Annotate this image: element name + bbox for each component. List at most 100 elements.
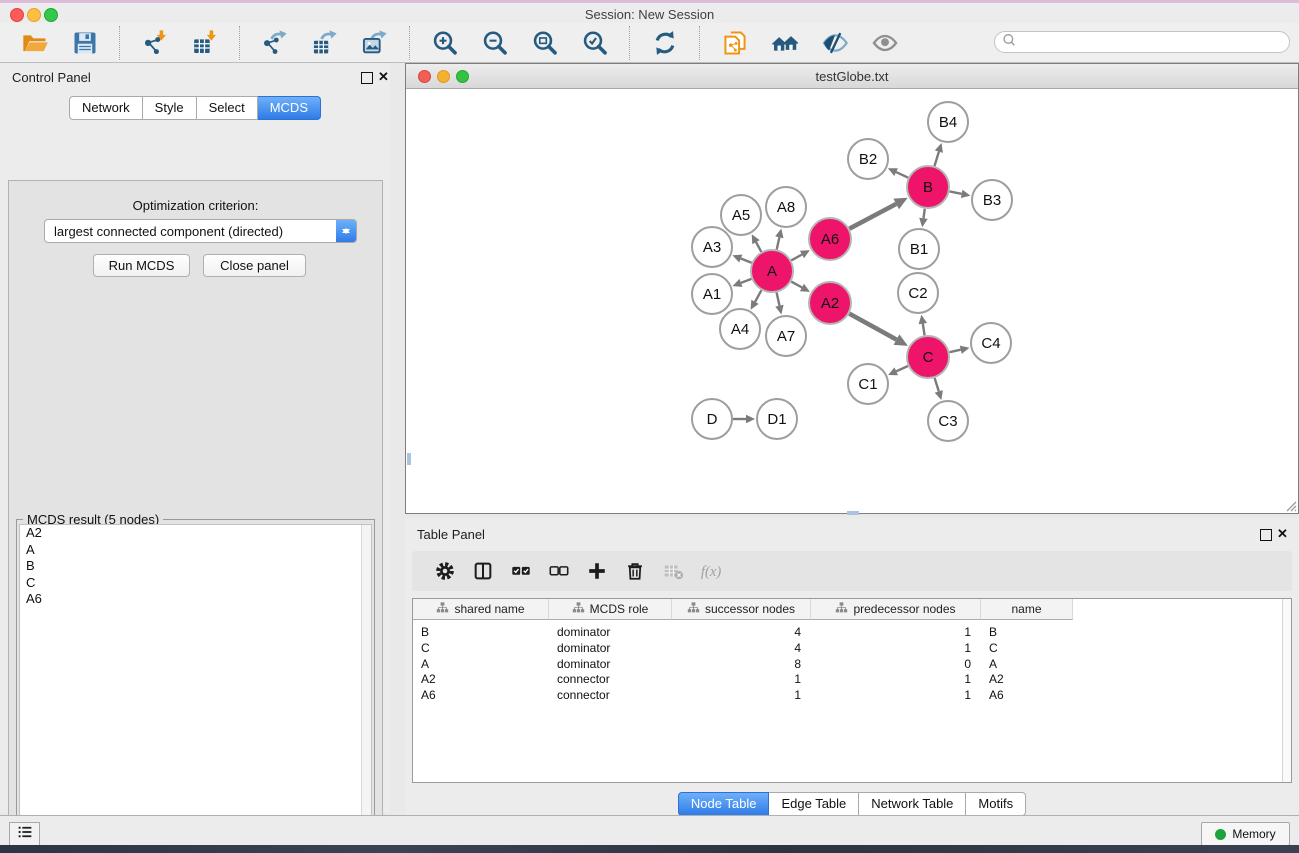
table-cell[interactable]: dominator [557, 640, 670, 656]
table-cell[interactable]: 1 [811, 640, 971, 656]
select-all-button[interactable] [510, 560, 532, 582]
result-list-scrollbar[interactable] [361, 525, 371, 853]
task-history-button[interactable] [9, 822, 40, 846]
zoom-in-button[interactable] [427, 27, 463, 59]
table-cell[interactable]: A6 [421, 687, 547, 703]
table-cell[interactable]: dominator [557, 624, 670, 640]
table-cell[interactable]: 8 [672, 656, 801, 672]
export-image-button[interactable] [357, 27, 393, 59]
edge-A-A8[interactable] [777, 237, 780, 249]
table-cell[interactable]: 4 [672, 640, 801, 656]
memory-button[interactable]: Memory [1201, 822, 1290, 846]
node-A6[interactable]: A6 [809, 218, 851, 260]
table-cell[interactable]: A2 [421, 671, 547, 687]
result-item[interactable]: C [20, 575, 371, 592]
network-window-titlebar[interactable]: testGlobe.txt [406, 64, 1298, 89]
criterion-dropdown[interactable]: largest connected component (directed) [44, 219, 357, 243]
edge-B-B3[interactable] [950, 191, 962, 193]
table-cell[interactable]: connector [557, 687, 670, 703]
node-A2[interactable]: A2 [809, 282, 851, 324]
edge-C-C2[interactable] [923, 324, 925, 336]
run-mcds-button[interactable]: Run MCDS [93, 254, 190, 277]
edge-B-B2[interactable] [896, 172, 908, 178]
window-resize-grip[interactable] [1283, 498, 1297, 512]
node-B3[interactable]: B3 [972, 180, 1012, 220]
add-button[interactable] [586, 560, 608, 582]
result-item[interactable]: A [20, 542, 371, 559]
node-B1[interactable]: B1 [899, 229, 939, 269]
table-cell[interactable]: 4 [672, 624, 801, 640]
zoom-selected-button[interactable] [577, 27, 613, 59]
table-close-icon[interactable]: ✕ [1277, 526, 1288, 542]
trash-button[interactable] [624, 560, 646, 582]
close-panel-button[interactable]: Close panel [203, 254, 306, 277]
delete-table-button[interactable] [662, 560, 684, 582]
table-cell[interactable]: B [421, 624, 547, 640]
node-table[interactable]: shared nameMCDS rolesuccessor nodesprede… [412, 598, 1292, 783]
edge-B-B4[interactable] [935, 152, 939, 166]
search-input[interactable] [1017, 33, 1289, 51]
table-cell[interactable]: A [989, 656, 1071, 672]
toggle-graphics-details-button[interactable] [817, 27, 853, 59]
edge-A-A7[interactable] [777, 293, 780, 306]
tab-edge-table[interactable]: Edge Table [769, 792, 859, 816]
network-canvas[interactable]: AA1A2A3A4A5A6A7A8BB1B2B3B4CC1C2C3C4DD1 [406, 89, 1298, 513]
tab-mcds[interactable]: MCDS [258, 96, 321, 120]
edge-A-A3[interactable] [741, 259, 752, 263]
table-cell[interactable]: 1 [811, 624, 971, 640]
clone-network-button[interactable] [717, 27, 753, 59]
export-network-button[interactable] [257, 27, 293, 59]
tab-network-table[interactable]: Network Table [859, 792, 966, 816]
columns-button[interactable] [472, 560, 494, 582]
node-A4[interactable]: A4 [720, 309, 760, 349]
table-scrollbar[interactable] [1282, 599, 1291, 782]
node-A8[interactable]: A8 [766, 187, 806, 227]
import-network-button[interactable] [137, 27, 173, 59]
deselect-all-button[interactable] [548, 560, 570, 582]
table-cell[interactable]: B [989, 624, 1071, 640]
home-button[interactable] [767, 27, 803, 59]
table-cell[interactable]: C [989, 640, 1071, 656]
tab-motifs[interactable]: Motifs [966, 792, 1026, 816]
node-C2[interactable]: C2 [898, 273, 938, 313]
mcds-result-list[interactable]: A2ABCA6 [19, 524, 372, 853]
node-B[interactable]: B [907, 166, 949, 208]
edge-A6-B[interactable] [849, 204, 896, 229]
window-titlebar[interactable]: Session: New Session [0, 3, 1299, 23]
table-cell[interactable]: C [421, 640, 547, 656]
table-cell[interactable]: A2 [989, 671, 1071, 687]
node-D[interactable]: D [692, 399, 732, 439]
edge-A-A5[interactable] [756, 242, 761, 252]
table-float-icon[interactable] [1260, 529, 1272, 541]
table-cell[interactable]: 1 [672, 687, 801, 703]
close-panel-icon[interactable]: ✕ [378, 69, 389, 85]
save-button[interactable] [67, 27, 103, 59]
node-A5[interactable]: A5 [721, 195, 761, 235]
fx-button[interactable]: f(x) [700, 560, 722, 582]
search-box[interactable] [994, 31, 1290, 53]
column-header-MCDS-role[interactable]: MCDS role [549, 599, 672, 620]
result-item[interactable]: A6 [20, 591, 371, 608]
edge-C-C3[interactable] [935, 378, 939, 391]
table-cell[interactable]: A6 [989, 687, 1071, 703]
edge-A-A2[interactable] [791, 282, 802, 288]
show-hide-eye-button[interactable] [867, 27, 903, 59]
open-folder-button[interactable] [17, 27, 53, 59]
float-panel-icon[interactable] [361, 72, 373, 84]
edge-B-B1[interactable] [924, 209, 925, 219]
node-D1[interactable]: D1 [757, 399, 797, 439]
column-header-successor-nodes[interactable]: successor nodes [672, 599, 811, 620]
table-cell[interactable]: 1 [811, 687, 971, 703]
table-cell[interactable]: 1 [811, 671, 971, 687]
table-cell[interactable]: connector [557, 671, 670, 687]
edge-A-A4[interactable] [755, 290, 761, 302]
tab-style[interactable]: Style [143, 96, 197, 120]
node-A3[interactable]: A3 [692, 227, 732, 267]
table-cell[interactable]: A [421, 656, 547, 672]
node-B2[interactable]: B2 [848, 139, 888, 179]
edge-C-C4[interactable] [950, 350, 961, 353]
edge-A2-C[interactable] [849, 314, 896, 340]
table-cell[interactable]: 0 [811, 656, 971, 672]
node-C4[interactable]: C4 [971, 323, 1011, 363]
zoom-fit-button[interactable] [527, 27, 563, 59]
